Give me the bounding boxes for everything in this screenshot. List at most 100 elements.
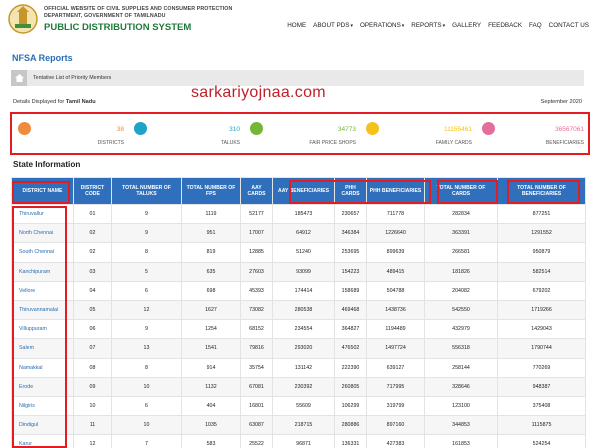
- table-cell: 319799: [366, 395, 425, 417]
- table-cell: 12: [73, 434, 112, 448]
- table-cell: 09: [73, 376, 112, 397]
- nav-home[interactable]: HOME: [287, 22, 306, 29]
- nav-about-pds[interactable]: ABOUT PDS▾: [313, 22, 353, 29]
- home-icon[interactable]: [11, 70, 27, 86]
- district-link[interactable]: Dindigul: [11, 415, 74, 436]
- org-line-1: OFFICIAL WEBSITE OF CIVIL SUPPLIES AND C…: [44, 6, 233, 12]
- district-link[interactable]: Erode: [11, 376, 74, 397]
- table-cell: 218715: [272, 415, 335, 436]
- table-header-row: DISTRICT NAME DISTRICT CODE TOTAL NUMBER O…: [11, 177, 586, 205]
- table-cell: 8: [111, 357, 182, 378]
- table-cell: 123100: [424, 395, 498, 417]
- stat-label: TALUKS: [220, 140, 240, 146]
- table-row: Erode 09 10 1132 67081 230392 260805 717995 3286…: [11, 376, 586, 397]
- table-cell: 1497724: [366, 338, 425, 359]
- details-label: Details Displayed for: [13, 99, 65, 105]
- column-header: PHH CARDS: [334, 177, 367, 205]
- stat-family-cards: 11155461 FAMILY CARDS: [360, 114, 476, 153]
- column-header: TOTAL NUMBER OF TALUKS: [111, 177, 182, 205]
- nav-reports[interactable]: REPORTS▾: [411, 22, 445, 29]
- org-line-2: DEPARTMENT, GOVERNMENT OF TAMILNADU: [44, 13, 166, 19]
- table-row: Villuppuram 06 9 1254 68152 234554 364827 11944…: [11, 319, 586, 340]
- table-cell: 27603: [240, 261, 273, 282]
- nav-operations-label: OPERATIONS: [359, 22, 401, 29]
- map-pin-icon: [18, 122, 31, 135]
- nav-gallery[interactable]: GALLERY: [452, 22, 481, 29]
- site-title[interactable]: PUBLIC DISTRIBUTION SYSTEM: [44, 21, 232, 34]
- table-cell: 9: [111, 203, 182, 225]
- district-link[interactable]: Kanchipuram: [11, 261, 74, 282]
- table-cell: 951: [181, 223, 241, 244]
- district-link[interactable]: Karur: [11, 434, 74, 448]
- table-cell: 63087: [240, 415, 273, 436]
- site-header: OFFICIAL WEBSITE OF CIVIL SUPPLIES AND C…: [0, 0, 595, 44]
- main-nav: HOME ABOUT PDS▾ OPERATIONS▾ REPORTS▾ GAL…: [287, 22, 589, 29]
- table-cell: 1194489: [366, 319, 425, 340]
- table-cell: 542550: [424, 299, 498, 321]
- district-link[interactable]: North Chennai: [11, 223, 74, 244]
- table-cell: 819: [181, 242, 241, 263]
- chevron-down-icon: ▾: [442, 23, 446, 29]
- table-row: Karur 12 7 583 25522 96871 136331 427383 161853 5…: [11, 434, 586, 448]
- table-cell: 583: [181, 434, 241, 448]
- table-cell: 260805: [334, 376, 367, 397]
- table-cell: 1627: [181, 299, 241, 321]
- location-icon: [134, 122, 147, 135]
- column-header: PHH BENEFICIARIES: [366, 177, 425, 205]
- table-cell: 363391: [424, 223, 498, 244]
- table-cell: 79816: [240, 338, 273, 359]
- report-date: September 2020: [540, 99, 582, 105]
- table-cell: 877251: [497, 203, 586, 225]
- shop-icon: [250, 122, 263, 135]
- column-header: TOTAL NUMBER OF CARDS: [424, 177, 498, 205]
- district-link[interactable]: Thiruvallur: [11, 203, 74, 225]
- district-link[interactable]: South Chennai: [11, 242, 74, 263]
- table-body: Thiruvallur 01 9 1119 52177 185473 230657 71177…: [11, 203, 586, 448]
- district-link[interactable]: Vellore: [11, 280, 74, 301]
- table-row: Kanchipuram 03 5 635 27603 93099 154223 489415 1…: [11, 261, 586, 282]
- table-cell: 158689: [334, 280, 367, 301]
- stat-value: 38: [116, 126, 124, 133]
- table-cell: 6: [111, 280, 182, 301]
- nav-contact-us[interactable]: CONTACT US: [549, 22, 589, 29]
- table-cell: 1035: [181, 415, 241, 436]
- district-link[interactable]: Salem: [11, 338, 74, 359]
- tamilnadu-emblem-icon: [8, 4, 38, 34]
- stat-value: 34773: [337, 126, 356, 133]
- chevron-down-icon: ▾: [401, 23, 405, 29]
- stat-value: 11155461: [444, 126, 472, 133]
- district-link[interactable]: Nilgiris: [11, 395, 74, 417]
- table-cell: 5: [111, 261, 182, 282]
- stat-label: DISTRICTS: [97, 140, 124, 146]
- district-link[interactable]: Villuppuram: [11, 319, 74, 340]
- table-cell: 10: [73, 395, 112, 417]
- table-row: Thiruvallur 01 9 1119 52177 185473 230657 71177…: [11, 203, 586, 225]
- nav-faq[interactable]: FAQ: [529, 22, 542, 29]
- table-row: North Chennai 02 9 951 17007 64912 346384 12266…: [11, 223, 586, 244]
- table-cell: 899639: [366, 242, 425, 263]
- stat-label: FAMILY CARDS: [435, 140, 472, 146]
- district-link[interactable]: Namakkal: [11, 357, 74, 378]
- table-cell: 364827: [334, 319, 367, 340]
- table-cell: 05: [73, 299, 112, 321]
- table-cell: 404: [181, 395, 241, 417]
- table-cell: 1719266: [497, 299, 586, 321]
- table-cell: 136331: [334, 434, 367, 448]
- table-cell: 73082: [240, 299, 273, 321]
- stat-districts: 38 DISTRICTS: [12, 114, 128, 153]
- district-link[interactable]: Thiruvannamalai: [11, 299, 74, 321]
- table-cell: 02: [73, 223, 112, 244]
- nav-feedback[interactable]: FEEDBACK: [488, 22, 522, 29]
- table-cell: 64912: [272, 223, 335, 244]
- table-cell: 230657: [334, 203, 367, 225]
- table-cell: 717995: [366, 376, 425, 397]
- stat-value: 36567061: [555, 126, 584, 133]
- state-info-table: DISTRICT NAME DISTRICT CODE TOTAL NUMBER O…: [11, 177, 586, 448]
- nav-operations[interactable]: OPERATIONS▾: [360, 22, 404, 29]
- table-cell: 10: [111, 376, 182, 397]
- table-cell: 253695: [334, 242, 367, 263]
- table-cell: 635: [181, 261, 241, 282]
- table-cell: 1254: [181, 319, 241, 340]
- column-header: DISTRICT CODE: [73, 177, 112, 205]
- table-cell: 131142: [272, 357, 335, 378]
